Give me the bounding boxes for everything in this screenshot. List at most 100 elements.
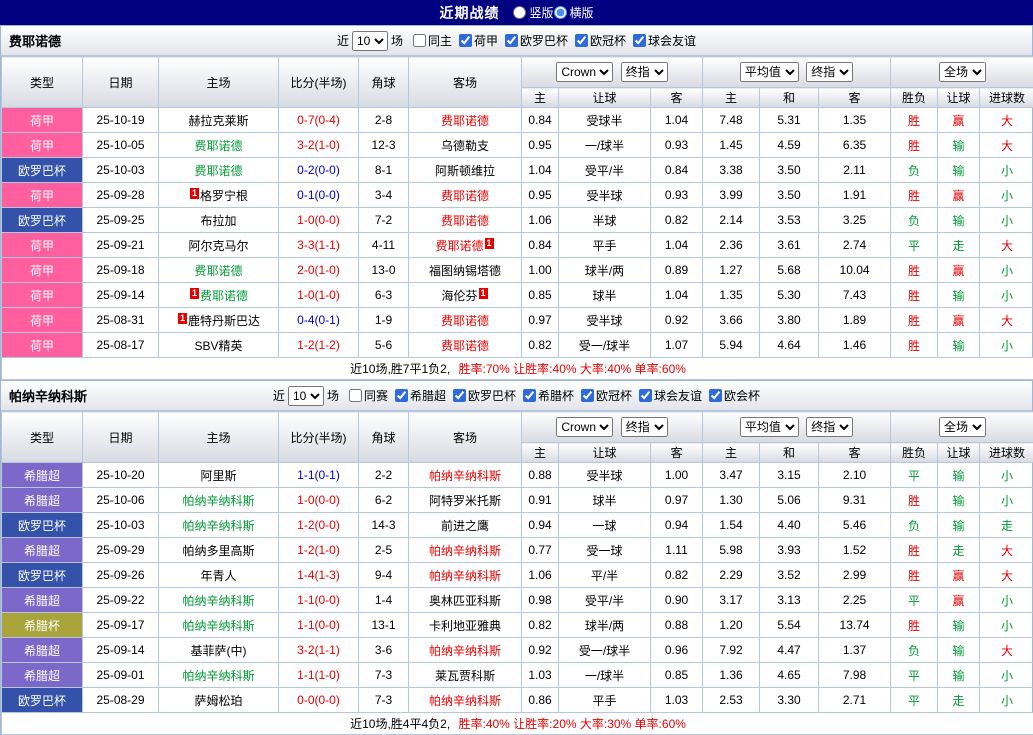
filter-checkbox-champions-league[interactable]: 欧冠杯 [574, 387, 632, 404]
filter-checkbox-input-greek-cup[interactable] [523, 389, 536, 402]
league-cell: 欧罗巴杯 [2, 563, 83, 588]
away-team-name[interactable]: 福图纳锡塔德 [429, 264, 501, 278]
filter-checkbox-same-competition[interactable]: 同赛 [342, 387, 388, 404]
away-team-name[interactable]: 帕纳辛纳科斯 [429, 469, 501, 483]
score-cell: 1-1(1-0) [279, 663, 359, 688]
away-team-name[interactable]: 费耶诺德 [435, 239, 483, 253]
score-cell: 1-2(1-0) [279, 538, 359, 563]
home-team-name[interactable]: 萨姆松珀 [194, 694, 242, 708]
average-final-select[interactable]: 终指 [806, 417, 853, 437]
away-team-name[interactable]: 奥林匹亚科斯 [429, 594, 501, 608]
filter-checkbox-same-home[interactable]: 同主 [406, 32, 452, 49]
filter-checkbox-greek-super-league[interactable]: 希腊超 [388, 387, 446, 404]
filter-checkbox-club-friendly[interactable]: 球会友谊 [626, 32, 696, 49]
match-count-select[interactable]: 10 [288, 386, 324, 406]
layout-radio-vertical[interactable]: 竖版 [513, 4, 553, 21]
home-team-name[interactable]: 帕纳辛纳科斯 [182, 594, 254, 608]
home-team-name[interactable]: 帕纳辛纳科斯 [182, 619, 254, 633]
match-row: 欧罗巴杯25-10-03帕纳辛纳科斯1-2(0-0)14-3前进之鹰0.94一球… [2, 513, 1033, 538]
away-team-name[interactable]: 乌德勒支 [441, 139, 489, 153]
away-team-name[interactable]: 莱瓦贾科斯 [435, 669, 495, 683]
away-team-name[interactable]: 帕纳辛纳科斯 [429, 694, 501, 708]
away-team-name[interactable]: 帕纳辛纳科斯 [429, 644, 501, 658]
bookmaker-select[interactable]: Crown [556, 417, 613, 437]
average-select[interactable]: 平均值 [740, 62, 799, 82]
filter-checkbox-input-club-friendly[interactable] [639, 389, 652, 402]
average-select[interactable]: 平均值 [740, 417, 799, 437]
home-team-name[interactable]: 布拉加 [200, 214, 236, 228]
filter-checkbox-input-champions-league[interactable] [575, 34, 588, 47]
average-final-select[interactable]: 终指 [806, 62, 853, 82]
away-team-name[interactable]: 费耶诺德 [441, 189, 489, 203]
away-team-name[interactable]: 帕纳辛纳科斯 [429, 569, 501, 583]
filter-checkbox-conference-league[interactable]: 欧会杯 [702, 387, 760, 404]
away-team-name[interactable]: 卡利地亚雅典 [429, 619, 501, 633]
section-header: 费耶诺德 近 10 场 同主荷甲欧罗巴杯欧冠杯球会友谊 [1, 25, 1032, 56]
home-team-name[interactable]: 费耶诺德 [194, 139, 242, 153]
red-card-badge: 1 [485, 238, 494, 249]
home-team-name[interactable]: 费耶诺德 [194, 164, 242, 178]
filter-checkbox-club-friendly[interactable]: 球会友谊 [632, 387, 702, 404]
filter-checkbox-input-conference-league[interactable] [709, 389, 722, 402]
home-team-name[interactable]: 基菲萨(中) [191, 644, 247, 658]
bookmaker-final-select[interactable]: 终指 [621, 417, 668, 437]
result-wdl-cell: 负 [891, 513, 938, 538]
home-team-name[interactable]: 帕纳辛纳科斯 [182, 519, 254, 533]
filter-checkbox-input-eredivisie[interactable] [459, 34, 472, 47]
col-subheader-avg-away: 客 [819, 88, 891, 108]
home-team-name[interactable]: SBV精英 [194, 339, 242, 353]
away-team-name[interactable]: 海伦芬 [441, 289, 477, 303]
col-subheader-handicap: 让球 [559, 443, 651, 463]
filter-checkbox-input-club-friendly[interactable] [633, 34, 646, 47]
home-team-name[interactable]: 阿里斯 [200, 469, 236, 483]
filter-checkbox-input-same-competition[interactable] [349, 389, 362, 402]
away-team-name[interactable]: 阿斯顿维拉 [435, 164, 495, 178]
away-team-name[interactable]: 费耶诺德 [441, 314, 489, 328]
home-team-name[interactable]: 阿尔克马尔 [188, 239, 248, 253]
avg-away-cell: 1.37 [819, 638, 891, 663]
home-team-name[interactable]: 赫拉克莱斯 [188, 114, 248, 128]
avg-draw-cell: 5.54 [760, 613, 819, 638]
scope-select[interactable]: 全场 [939, 62, 986, 82]
scope-select[interactable]: 全场 [939, 417, 986, 437]
filter-checkbox-input-champions-league[interactable] [581, 389, 594, 402]
match-count-select[interactable]: 10 [352, 31, 388, 51]
filter-checkbox-champions-league[interactable]: 欧冠杯 [568, 32, 626, 49]
filter-checkbox-input-greek-super-league[interactable] [395, 389, 408, 402]
filter-checkbox-input-europa-league[interactable] [453, 389, 466, 402]
odds-away-cell: 0.85 [651, 663, 703, 688]
away-team-name[interactable]: 费耶诺德 [441, 214, 489, 228]
home-team-name[interactable]: 费耶诺德 [200, 289, 248, 303]
filter-checkbox-europa-league[interactable]: 欧罗巴杯 [446, 387, 516, 404]
away-team-name[interactable]: 费耶诺德 [441, 339, 489, 353]
filter-checkbox-europa-league[interactable]: 欧罗巴杯 [498, 32, 568, 49]
filter-checkbox-input-europa-league[interactable] [505, 34, 518, 47]
home-team-name[interactable]: 年青人 [200, 569, 236, 583]
home-team-cell: 帕纳辛纳科斯 [159, 663, 279, 688]
home-team-name[interactable]: 费耶诺德 [194, 264, 242, 278]
team-name: 帕纳辛纳科斯 [9, 386, 87, 405]
layout-radio-horizontal[interactable]: 横版 [554, 4, 594, 21]
layout-radio-input-horizontal[interactable] [554, 6, 567, 19]
home-team-name[interactable]: 鹿特丹斯巴达 [188, 314, 260, 328]
filter-checkbox-greek-cup[interactable]: 希腊杯 [516, 387, 574, 404]
home-team-name[interactable]: 帕纳辛纳科斯 [182, 494, 254, 508]
odds-home-cell: 0.98 [522, 588, 559, 613]
away-team-name[interactable]: 帕纳辛纳科斯 [429, 544, 501, 558]
away-team-name[interactable]: 阿特罗米托斯 [429, 494, 501, 508]
page-title: 近期战绩 [439, 3, 499, 23]
score-cell: 2-0(1-0) [279, 258, 359, 283]
home-team-name[interactable]: 帕纳多里高斯 [182, 544, 254, 558]
bookmaker-final-select[interactable]: 终指 [621, 62, 668, 82]
filter-checkbox-input-same-home[interactable] [413, 34, 426, 47]
home-team-name[interactable]: 帕纳辛纳科斯 [182, 669, 254, 683]
home-team-name[interactable]: 格罗宁根 [200, 189, 248, 203]
matches-label: 场 [391, 32, 403, 49]
result-wdl-cell: 胜 [891, 308, 938, 333]
result-handicap-cell: 输 [938, 488, 980, 513]
filter-checkbox-eredivisie[interactable]: 荷甲 [452, 32, 498, 49]
away-team-name[interactable]: 费耶诺德 [441, 114, 489, 128]
away-team-name[interactable]: 前进之鹰 [441, 519, 489, 533]
bookmaker-select[interactable]: Crown [556, 62, 613, 82]
layout-radio-input-vertical[interactable] [513, 6, 526, 19]
